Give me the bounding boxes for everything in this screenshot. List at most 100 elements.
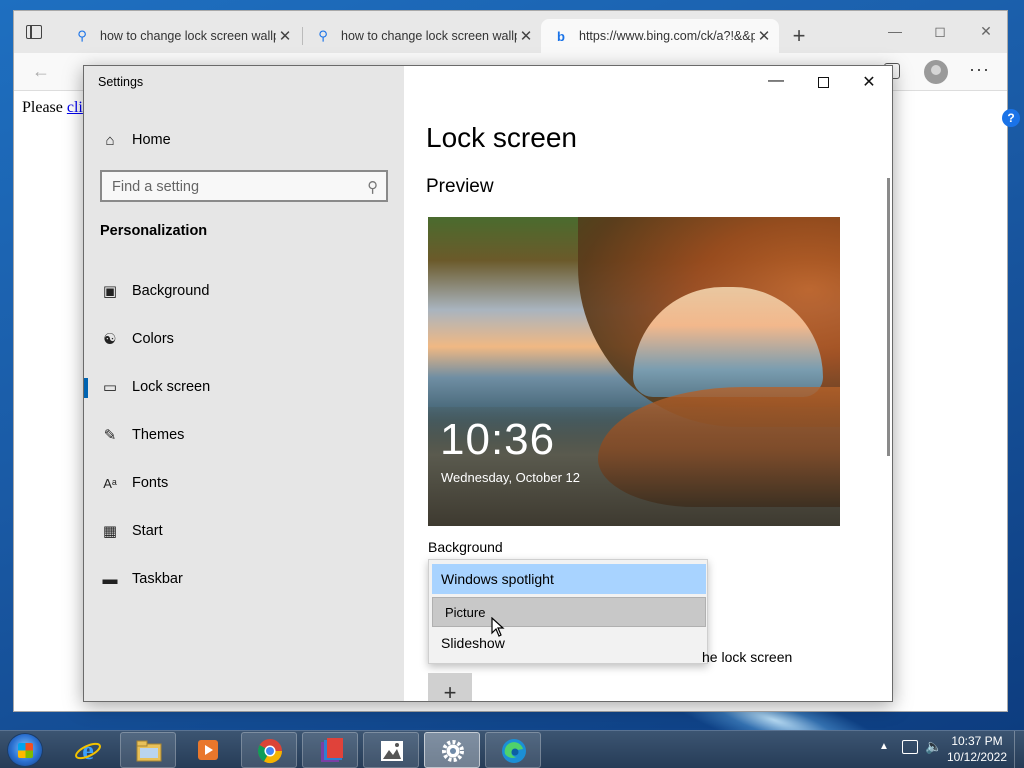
more-options-icon[interactable]: ··· [969,59,990,80]
show-desktop-button[interactable] [1014,731,1024,768]
nav-item-taskbar[interactable]: ▬ Taskbar [84,561,404,597]
browser-minimize-button[interactable]: — [880,23,910,39]
profile-avatar[interactable] [924,60,948,84]
back-arrow-icon[interactable]: ← [32,61,50,82]
settings-window: Settings ⌂ Home Find a setting ⚲ Persona… [83,65,893,702]
search-icon: ⚲ [77,28,87,43]
taskbar-internet-explorer[interactable]: e [60,732,116,768]
volume-icon[interactable]: 🔈 [925,738,942,755]
start-icon: ▦ [102,523,118,540]
nav-item-fonts[interactable]: Aᵃ Fonts [84,465,404,501]
browser-maximize-button[interactable]: ◻ [925,23,955,40]
browser-tab-3[interactable]: b https://www.bing.com/ck/a?!&&p= ✕ [541,19,779,53]
picture-icon: ▣ [102,283,118,300]
taskbar: e ▲ 🔈 10:37 PM 10/12/2022 [0,730,1024,768]
option-slideshow[interactable]: Slideshow [432,628,706,658]
search-placeholder: Find a setting [112,179,200,195]
scrollbar[interactable] [887,178,890,456]
show-hidden-icons-icon[interactable]: ▲ [879,741,889,752]
bing-icon: b [557,28,565,44]
preview-clock: 10:36 [440,415,556,464]
folder-icon [136,740,162,762]
taskbar-photos[interactable] [363,732,419,768]
partial-setting-text: he lock screen [702,649,793,665]
window-title: Settings [98,75,144,89]
maximize-button[interactable] [800,72,846,96]
nav-item-lock-screen[interactable]: ▭ Lock screen [84,369,404,405]
winrar-icon [321,738,343,762]
preview-date: Wednesday, October 12 [441,470,580,485]
nav-item-label: Start [132,523,163,539]
settings-main-pane: — ✕ Lock screen Preview 10:36 Wednesday,… [404,66,892,701]
nav-item-label: Taskbar [132,571,183,587]
preview-heading: Preview [426,176,494,197]
page-text-prefix: Please [22,99,67,116]
nav-home[interactable]: ⌂ Home [84,126,404,154]
taskbar-file-explorer[interactable] [120,732,176,768]
clock-date[interactable]: 10/12/2022 [946,750,1008,764]
tab-title: how to change lock screen wallpaper [100,29,276,43]
taskbar-icon: ▬ [102,570,118,588]
tab-title: https://www.bing.com/ck/a?!&&p= [579,29,755,43]
close-tab-icon[interactable]: ✕ [755,27,773,45]
nav-item-themes[interactable]: ✎ Themes [84,417,404,453]
close-button[interactable]: ✕ [846,72,892,96]
help-icon[interactable]: ? [1002,109,1020,127]
tab-title: how to change lock screen wallpaper [341,29,517,43]
tab-strip: ⚲ how to change lock screen wallpaper ✕ … [14,11,1007,53]
browser-close-button[interactable]: ✕ [971,23,1001,40]
nav-item-background[interactable]: ▣ Background [84,273,404,309]
tab-actions-icon[interactable] [26,25,42,39]
taskbar-winrar[interactable] [302,732,358,768]
nav-item-colors[interactable]: ☯ Colors [84,321,404,357]
gear-icon [442,740,464,762]
nav-item-label: Background [132,283,210,299]
chrome-icon [257,739,282,764]
nav-item-label: Fonts [132,475,169,491]
background-dropdown-list[interactable]: Windows spotlight Picture Slideshow [428,559,708,664]
svg-text:e: e [82,737,94,763]
nav-item-start[interactable]: ▦ Start [84,513,404,549]
browser-tab-2[interactable]: ⚲ how to change lock screen wallpaper ✕ [303,19,541,53]
add-app-button[interactable]: + [428,673,472,701]
browser-tab-1[interactable]: ⚲ how to change lock screen wallpaper ✕ [62,19,300,53]
settings-nav-pane: Settings ⌂ Home Find a setting ⚲ Persona… [84,66,404,701]
edge-icon [502,739,526,763]
page-message: Please cli [22,99,83,117]
lock-screen-icon: ▭ [102,379,118,396]
internet-explorer-icon: e [75,737,101,763]
taskbar-settings[interactable] [424,732,480,768]
section-heading: Personalization [100,223,208,239]
nav-item-label: Themes [132,427,185,443]
mouse-cursor-icon [491,617,505,637]
close-tab-icon[interactable]: ✕ [517,27,535,45]
nav-item-label: Colors [132,331,174,347]
option-picture[interactable]: Picture [432,597,706,627]
lock-screen-preview: 10:36 Wednesday, October 12 [428,217,840,526]
fonts-icon: Aᵃ [103,475,117,491]
clock-time[interactable]: 10:37 PM [946,734,1008,748]
minimize-button[interactable]: — [753,72,799,96]
close-tab-icon[interactable]: ✕ [276,27,294,45]
themes-icon: ✎ [103,427,117,444]
taskbar-chrome[interactable] [241,732,297,768]
media-player-icon [198,740,218,760]
palette-icon: ☯ [103,331,117,348]
taskbar-media-player[interactable] [180,732,236,768]
taskbar-edge[interactable] [485,732,541,768]
find-setting-search-box[interactable]: Find a setting ⚲ [100,170,388,202]
network-icon[interactable] [902,740,918,754]
start-button[interactable] [7,733,43,767]
option-windows-spotlight[interactable]: Windows spotlight [432,564,706,594]
photos-icon [381,741,403,761]
search-icon: ⚲ [318,28,328,43]
nav-item-label: Lock screen [132,379,211,395]
maximize-icon [817,77,829,88]
page-link[interactable]: cli [67,99,83,116]
page-title: Lock screen [426,122,577,153]
preview-reflection [598,387,840,507]
nav-home-label: Home [132,132,171,148]
new-tab-button[interactable]: + [787,23,811,49]
background-label: Background [428,539,503,555]
search-icon: ⚲ [367,179,378,196]
